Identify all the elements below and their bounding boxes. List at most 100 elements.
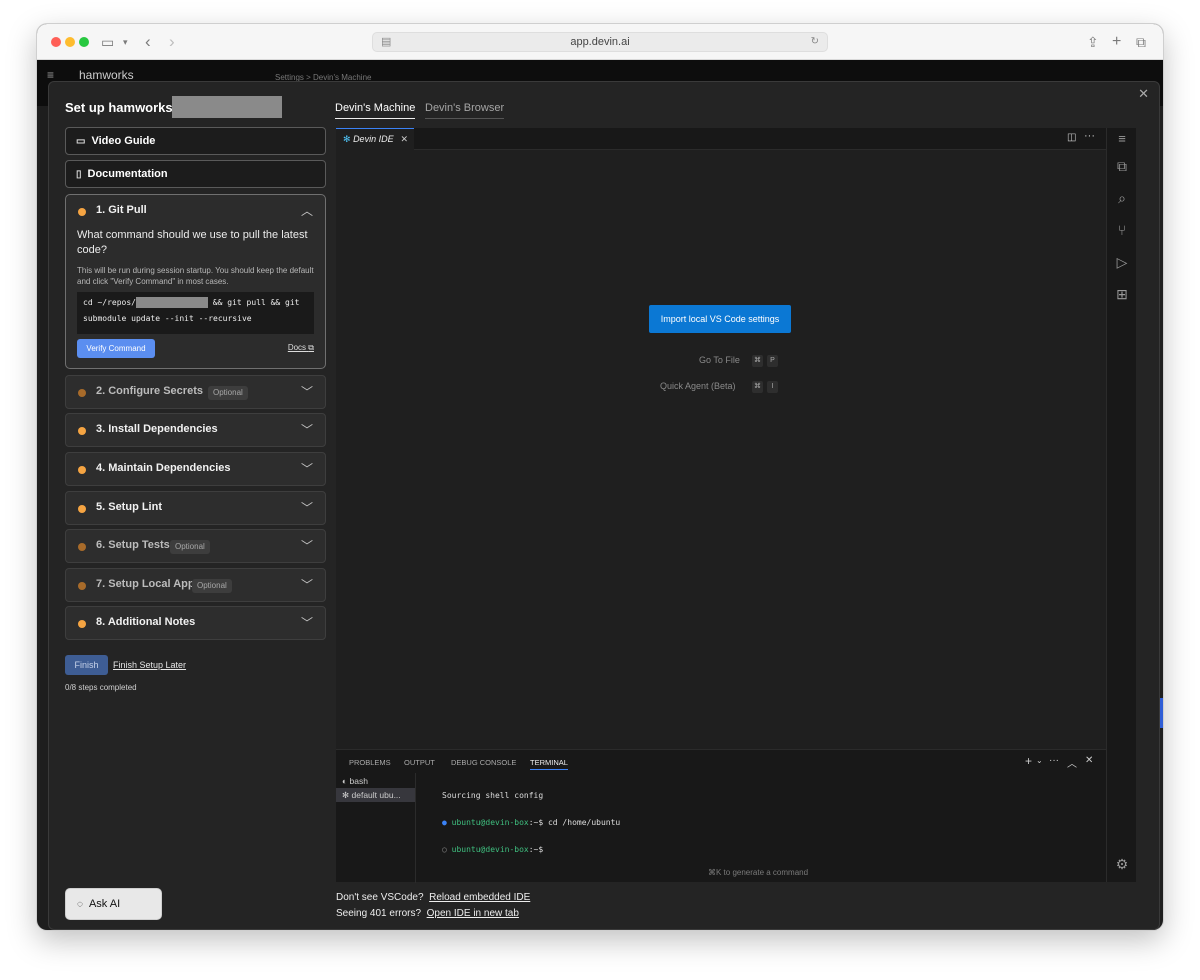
reload-icon[interactable]: ↻ [811,33,819,51]
terminal-command: :~$ cd /home/ubuntu [528,818,621,827]
close-window-button[interactable] [51,37,61,47]
devin-logo-icon: ✻ [342,790,350,800]
terminal-default-label: default ubu... [351,790,401,800]
git-pull-header[interactable]: 1. Git Pull ︿ [66,195,325,229]
split-editor-icon[interactable]: ◫ [1067,132,1076,143]
chevron-down-icon[interactable]: ▾ [123,32,128,52]
terminal-item-bash[interactable]: ◐ bash [342,776,368,786]
tab-problems[interactable]: PROBLEMS [349,758,391,767]
workspace-name[interactable]: hamworks [79,68,134,82]
chevron-down-icon[interactable]: ﹀ [301,421,313,438]
terminal-hint: ⌘K to generate a command [708,868,809,877]
redacted-repo-name [172,96,282,118]
embedded-ide: ✻ Devin IDE ✕ ◫ ··· Import local VS Code… [336,128,1137,883]
setup-step[interactable]: 5. Setup Lint ﹀ [65,491,326,525]
footer-line-1: Don't see VSCode? Reload embedded IDE [336,892,530,903]
more-actions-icon[interactable]: ··· [1084,130,1095,142]
share-icon[interactable]: ⇪ [1087,32,1099,52]
open-ide-new-tab-link[interactable]: Open IDE in new tab [427,908,519,919]
setup-step[interactable]: 8. Additional Notes ﹀ [65,606,326,640]
status-dot [78,505,86,513]
setup-step[interactable]: 4. Maintain Dependencies ﹀ [65,452,326,486]
docs-link[interactable]: Docs ⧉ [288,343,314,353]
git-pull-step: 1. Git Pull ︿ What command should we use… [65,194,326,369]
tab-output[interactable]: OUTPUT [404,758,435,767]
tab-devin-ide[interactable]: ✻ Devin IDE ✕ [336,128,414,150]
address-bar[interactable]: ▤ app.devin.ai ↻ [372,32,828,52]
menu-icon[interactable]: ≡ [1107,131,1137,146]
chevron-down-icon[interactable]: ﹀ [301,614,313,631]
video-guide-button[interactable]: ▭ Video Guide [65,127,326,155]
setup-step[interactable]: 6. Setup Tests Optional ﹀ [65,529,326,563]
docs-label: Docs [287,343,307,352]
maximize-panel-icon[interactable]: ︿ [1067,755,1077,770]
source-control-icon[interactable]: ⑂ [1107,222,1137,238]
chat-icon: ◌ [77,899,83,910]
gear-icon[interactable]: ⚙ [1107,856,1137,873]
tab-terminal[interactable]: TERMINAL [530,758,568,770]
zoom-window-button[interactable] [79,37,89,47]
import-vscode-settings-button[interactable]: Import local VS Code settings [649,305,791,333]
run-debug-icon[interactable]: ▷ [1107,254,1137,271]
step-label: 3. Install Dependencies [96,423,218,435]
footer-question-1: Don't see VSCode? [336,892,424,903]
close-panel-icon[interactable]: ✕ [1085,755,1093,766]
setup-step[interactable]: 3. Install Dependencies ﹀ [65,413,326,447]
back-icon[interactable]: ‹ [145,32,151,52]
search-icon[interactable]: ⌕ [1107,190,1137,207]
terminal-output[interactable]: Sourcing shell config ● ubuntu@devin-box… [442,773,620,872]
git-pull-label: 1. Git Pull [96,204,147,216]
setup-step[interactable]: 2. Configure Secrets Optional ﹀ [65,375,326,409]
video-icon: ▭ [76,136,86,147]
git-pull-command[interactable]: cd ~/repos/ && git pull && git submodule… [77,292,314,334]
menu-icon[interactable]: ≡ [47,68,54,82]
redacted-path [135,297,208,308]
chevron-down-icon[interactable]: ﹀ [301,499,313,516]
chevron-down-icon[interactable]: ﹀ [301,537,313,554]
extensions-icon[interactable]: ⊞ [1107,286,1137,303]
video-guide-label: Video Guide [91,135,156,147]
ask-ai-button[interactable]: ◌ Ask AI [65,888,162,920]
reload-ide-link[interactable]: Reload embedded IDE [429,892,530,903]
devin-logo-icon: ✻ [343,134,351,144]
command-part-1: cd ~/repos/ [83,298,136,307]
setup-step[interactable]: 7. Setup Local App Optional ﹀ [65,568,326,602]
explorer-icon[interactable]: ⧉ [1107,158,1137,175]
tab-overview-icon[interactable]: ⧉ [1136,32,1146,52]
ask-ai-label: Ask AI [88,898,121,910]
tab-devins-browser[interactable]: Devin's Browser [425,102,505,119]
verify-command-button[interactable]: Verify Command [77,339,155,358]
more-actions-icon[interactable]: ··· [1049,755,1059,766]
url-text: app.devin.ai [570,36,630,48]
command-key-icon: ⌘ [752,381,763,393]
chevron-down-icon[interactable]: ﹀ [301,383,313,400]
status-dot [78,389,86,397]
close-tab-icon[interactable]: ✕ [400,129,408,150]
tab-debug-console[interactable]: DEBUG CONSOLE [451,758,516,767]
terminal-icon: ◐ [342,776,348,786]
new-tab-icon[interactable]: + [1112,32,1121,52]
setup-modal: ✕ Set up hamworks/ ▭ Video Guide ▯ Documen… [48,81,1160,930]
chevron-up-icon[interactable]: ︿ [301,202,313,219]
i-key: I [767,381,778,393]
step-label: 8. Additional Notes [96,616,196,628]
step-label: 4. Maintain Dependencies [96,462,231,474]
documentation-button[interactable]: ▯ Documentation [65,160,326,188]
close-icon[interactable]: ✕ [1138,86,1149,102]
chevron-down-icon[interactable]: ﹀ [301,460,313,477]
tab-devins-machine[interactable]: Devin's Machine [335,102,416,119]
new-terminal-icon[interactable]: + [1025,754,1032,768]
footer-question-2: Seeing 401 errors? [336,908,422,919]
sidebar-icon[interactable]: ▭ [101,32,114,52]
p-key: P [767,355,778,367]
minimize-window-button[interactable] [65,37,75,47]
finish-button[interactable]: Finish [65,655,108,675]
chevron-down-icon[interactable]: ﹀ [301,576,313,593]
status-dot [78,582,86,590]
forward-icon[interactable]: › [169,32,175,52]
finish-later-link[interactable]: Finish Setup Later [113,660,186,670]
page-settings-icon[interactable]: ▤ [381,33,391,51]
terminal-item-default[interactable]: ✻ default ubu... [342,790,401,801]
chevron-down-icon[interactable]: ⌄ [1036,756,1043,765]
prompt-dot-icon: ● [442,818,447,827]
